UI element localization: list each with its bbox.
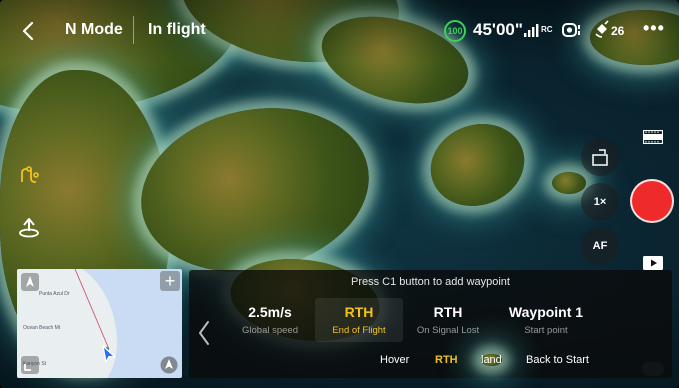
action-rth[interactable]: RTH (435, 354, 458, 366)
rotate-lens-icon (592, 149, 608, 166)
flight-time: 45'00" (473, 20, 523, 39)
filmstrip-icon[interactable] (643, 130, 663, 144)
flight-mode[interactable]: N Mode (65, 21, 123, 39)
option-value: RTH (344, 304, 374, 320)
rc-label: RC (541, 25, 553, 34)
zoom-button[interactable]: 1× (581, 183, 619, 221)
more-menu-button[interactable]: ••• (643, 18, 665, 39)
global-speed-option[interactable]: 2.5m/s Global speed (225, 298, 315, 342)
action-back-to-start[interactable]: Back to Start (526, 354, 589, 366)
playback-icon[interactable] (643, 256, 663, 270)
battery-ring-icon[interactable]: 100 (444, 20, 466, 42)
divider (133, 16, 134, 44)
action-land[interactable]: land (481, 354, 502, 366)
option-label: End of Flight (332, 325, 386, 336)
compass-icon[interactable] (160, 356, 178, 374)
return-home-icon[interactable] (17, 215, 41, 239)
option-value: RTH (433, 304, 463, 320)
collapse-chevron-icon[interactable] (197, 320, 211, 346)
gimbal-camera-icon[interactable] (561, 21, 583, 39)
satellite-count: 26 (611, 24, 625, 38)
chevron-left-icon[interactable] (18, 20, 40, 42)
rotate-lens-button[interactable] (581, 138, 619, 176)
action-hover[interactable]: Hover (380, 354, 409, 366)
option-value: 2.5m/s (248, 304, 292, 320)
option-label: Global speed (242, 325, 298, 336)
map-label: Ocean Beach Mt (23, 325, 61, 331)
flight-screen: N Mode In flight 100 45'00" RC 26 ••• 1×… (0, 0, 679, 388)
flight-state: In flight (148, 21, 206, 38)
minimap[interactable]: Punta Azul Dr Ocean Beach Mt Kanyon St + (17, 269, 182, 378)
north-arrow-icon[interactable] (21, 273, 39, 291)
map-add-button[interactable]: + (160, 271, 180, 291)
map-label: Punta Azul Dr (39, 291, 70, 297)
record-shutter-button[interactable] (630, 179, 674, 223)
start-point-option[interactable]: Waypoint 1 Start point (491, 298, 601, 342)
autofocus-button[interactable]: AF (581, 227, 619, 265)
option-label: On Signal Lost (416, 325, 480, 336)
waypoint-panel: Press C1 button to add waypoint 2.5m/s G… (189, 270, 672, 378)
waypoint-hint: Press C1 button to add waypoint (351, 276, 510, 288)
battery-percent: 100 (447, 26, 463, 36)
end-of-flight-option[interactable]: RTH End of Flight (315, 298, 403, 342)
route-icon[interactable] (18, 164, 40, 186)
signal-bars-icon[interactable] (523, 22, 541, 38)
end-action-choices: Hover RTH land Back to Start (189, 354, 672, 372)
signal-lost-option[interactable]: RTH On Signal Lost (405, 298, 491, 342)
top-status-bar: N Mode In flight 100 45'00" RC 26 ••• (0, 0, 679, 60)
option-label: Start point (524, 325, 568, 336)
satellite-icon[interactable] (593, 20, 611, 40)
expand-icon[interactable] (21, 356, 39, 374)
option-value: Waypoint 1 (508, 304, 584, 320)
aircraft-icon (102, 345, 116, 363)
